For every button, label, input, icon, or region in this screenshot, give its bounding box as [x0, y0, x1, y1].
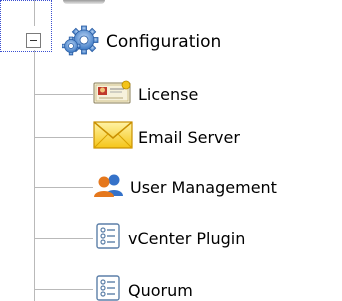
tree-node-label: User Management	[130, 177, 277, 197]
scroll-shadow	[63, 0, 105, 4]
tree-line-corner	[34, 250, 93, 290]
tree-row-email-server: Email Server	[35, 121, 240, 153]
tree-node-label: Email Server	[138, 127, 240, 147]
tree-node-label: Configuration	[106, 32, 222, 52]
plugin-list-icon	[93, 223, 123, 253]
tree-row-user-management: User Management	[35, 171, 277, 203]
tree-row-license: License	[35, 78, 198, 110]
tree-line-horizontal	[35, 186, 93, 188]
tree-node-quorum[interactable]: Quorum	[93, 275, 193, 301]
tree-node-vcenter-plugin[interactable]: vCenter Plugin	[93, 223, 245, 253]
tree-node-user-management[interactable]: User Management	[93, 173, 277, 201]
tree-line-horizontal	[35, 136, 93, 138]
tree-line-horizontal	[35, 237, 93, 239]
tree-row-quorum: Quorum	[93, 274, 193, 301]
tree-node-configuration[interactable]: Configuration	[61, 22, 222, 62]
tree-node-license[interactable]: License	[93, 80, 198, 108]
tree-node-email-server[interactable]: Email Server	[93, 120, 240, 154]
configuration-tree: Configuration License Email Server User …	[0, 0, 342, 301]
plugin-list-icon	[93, 275, 123, 301]
gears-icon	[61, 22, 100, 62]
tree-line-top	[34, 0, 35, 26]
tree-node-label: Quorum	[128, 280, 193, 300]
tree-node-label: License	[138, 84, 199, 104]
tree-node-label: vCenter Plugin	[128, 228, 246, 248]
users-icon	[93, 173, 125, 201]
envelope-icon	[93, 120, 133, 154]
collapse-toggle[interactable]	[26, 33, 41, 48]
tree-line-horizontal	[35, 93, 93, 95]
license-certificate-icon	[93, 80, 133, 108]
